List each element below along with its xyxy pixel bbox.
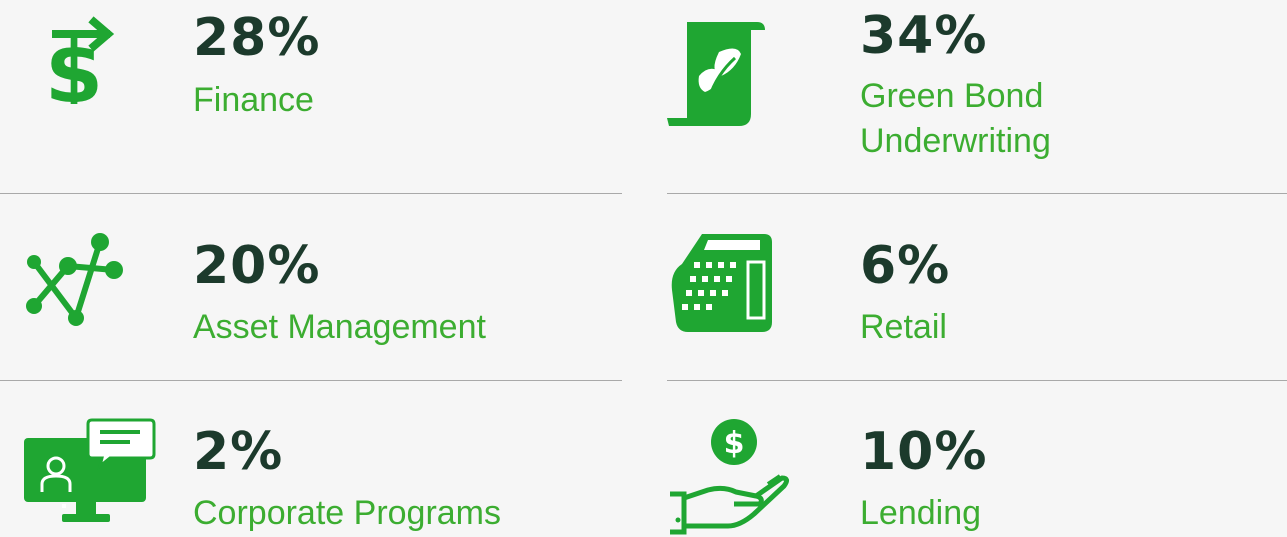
divider [667, 380, 1287, 381]
stat-label-line-1: Green Bond [860, 77, 1044, 115]
stat-label: Retail [860, 308, 947, 346]
divider [0, 380, 622, 381]
dollar-sign-icon: $ [45, 16, 115, 104]
stat-label-line-2: Underwriting [860, 122, 1051, 160]
stat-label: Finance [193, 81, 314, 119]
stat-label: Corporate Programs [193, 494, 502, 532]
svg-text:$: $ [724, 426, 745, 461]
monitor-chat-icon [24, 418, 156, 522]
svg-text:$: $ [45, 24, 103, 104]
stat-value: 34% [860, 6, 988, 66]
stat-value: 10% [860, 422, 988, 482]
cash-register-icon [671, 234, 772, 332]
hand-coin-icon: $ [670, 419, 790, 535]
stat-label: Lending [860, 494, 982, 532]
leaf-scroll-icon [667, 22, 765, 126]
stat-value: 2% [193, 422, 284, 482]
stat-value: 28% [193, 8, 321, 68]
network-nodes-icon [26, 233, 123, 326]
stat-value: 20% [193, 236, 321, 296]
stat-label: Asset Management [193, 308, 486, 346]
divider [667, 193, 1287, 194]
divider [0, 193, 622, 194]
stat-value: 6% [860, 236, 951, 296]
